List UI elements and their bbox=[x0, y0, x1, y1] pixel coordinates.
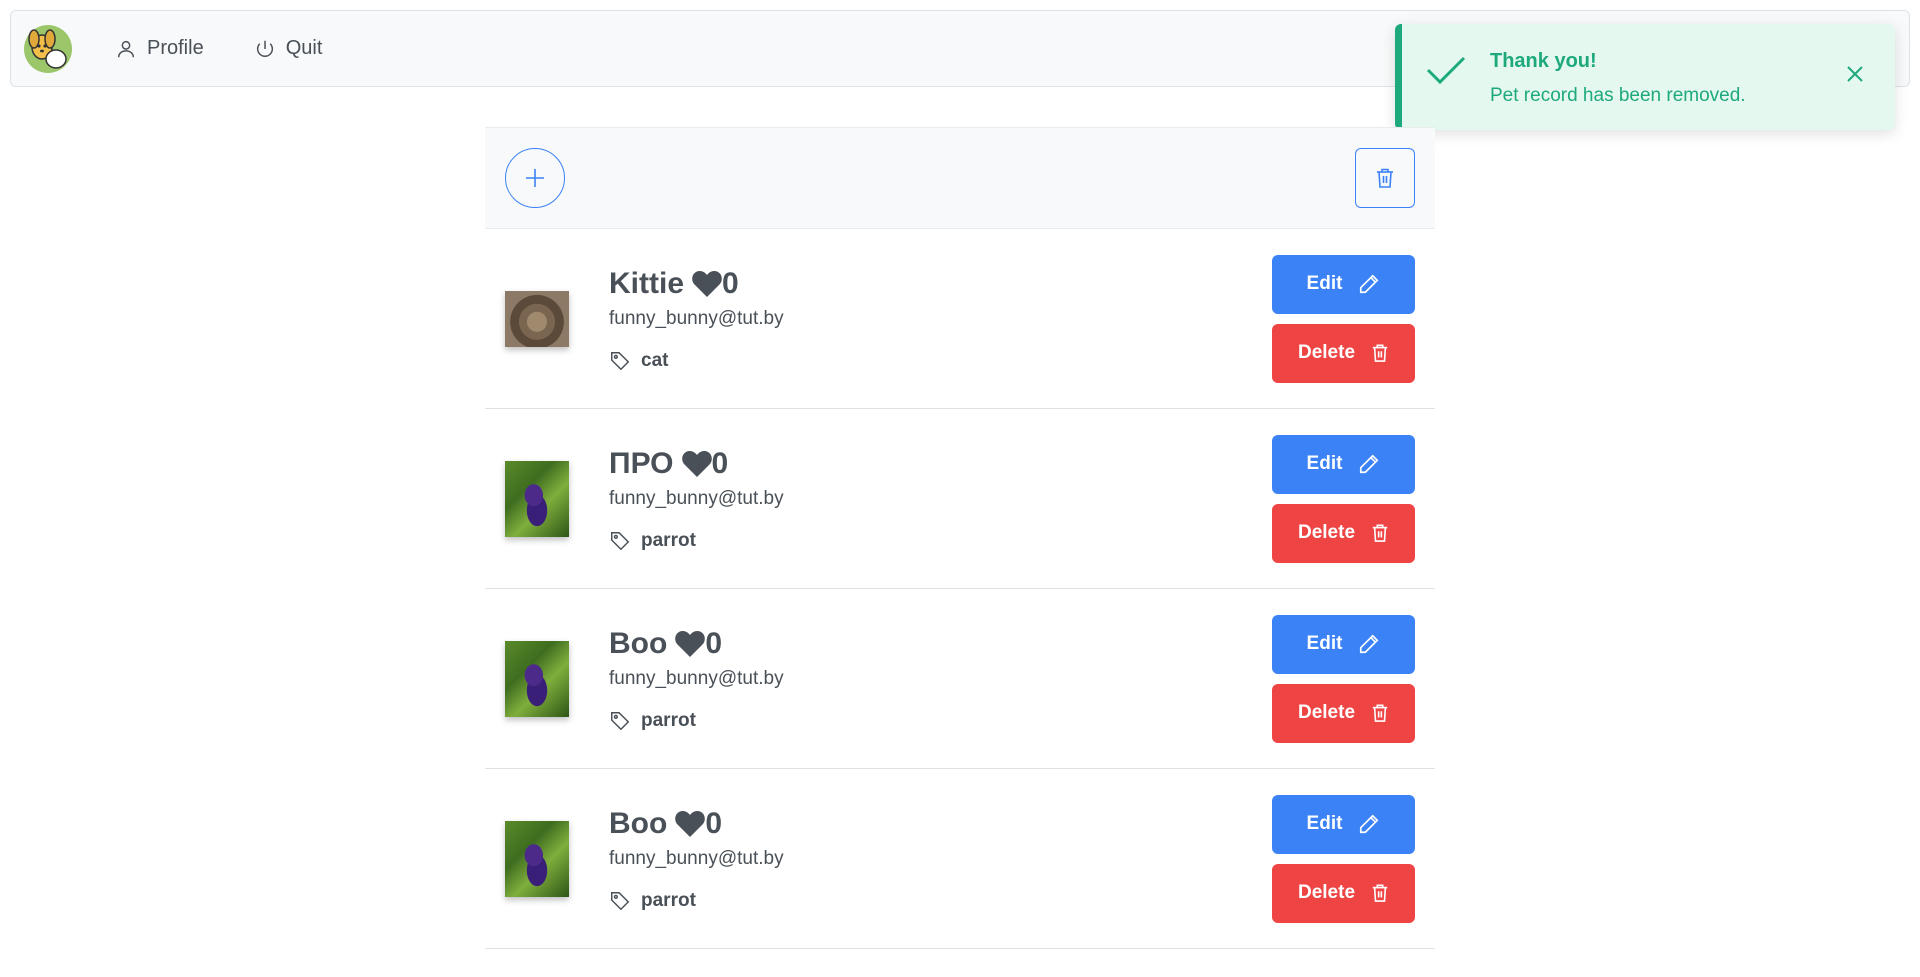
edit-button[interactable]: Edit bbox=[1272, 434, 1415, 494]
heart-icon[interactable] bbox=[681, 450, 712, 478]
plus-icon bbox=[526, 169, 544, 187]
trash-icon bbox=[1377, 168, 1393, 188]
delete-button[interactable]: Delete bbox=[1272, 503, 1415, 563]
pet-info: Boo 0 funny_bunny@tut.by parrot bbox=[609, 626, 1272, 732]
pet-owner-email: funny_bunny@tut.by bbox=[609, 307, 784, 329]
pet-image bbox=[505, 460, 569, 537]
pet-info: Kittie 0 funny_bunny@tut.by cat bbox=[609, 266, 1272, 372]
pet-tag: parrot bbox=[609, 710, 1272, 732]
delete-button[interactable]: Delete bbox=[1272, 863, 1415, 923]
delete-button-label: Delete bbox=[1297, 522, 1356, 543]
likes-count: 0 bbox=[722, 266, 739, 300]
pet-name-line: Kittie 0 bbox=[609, 266, 1272, 302]
pet-name: Boo bbox=[609, 626, 668, 660]
pet-tag-label: cat bbox=[641, 349, 669, 371]
pet-tag: parrot bbox=[609, 530, 1272, 552]
success-toast: Thank you! Pet record has been removed. bbox=[1395, 24, 1895, 130]
close-icon[interactable] bbox=[1835, 54, 1875, 94]
pet-row: Boo 0 funny_bunny@tut.by parrot Edit Del… bbox=[485, 769, 1435, 949]
tag-icon bbox=[611, 531, 630, 550]
edit-button-label: Edit bbox=[1306, 453, 1343, 474]
pet-tag-label: parrot bbox=[641, 889, 696, 911]
pet-name-line: Boo 0 bbox=[609, 626, 1272, 662]
edit-button[interactable]: Edit bbox=[1272, 794, 1415, 854]
pet-info: ПРО 0 funny_bunny@tut.by parrot bbox=[609, 446, 1272, 552]
nav-profile[interactable]: Profile bbox=[101, 29, 218, 69]
likes-count: 0 bbox=[705, 806, 723, 840]
pet-name: Kittie bbox=[609, 266, 684, 300]
pet-row: ПРО 0 funny_bunny@tut.by parrot Edit Del… bbox=[485, 409, 1435, 589]
pet-actions: Edit Delete bbox=[1272, 614, 1415, 743]
toast-summary: Thank you! bbox=[1490, 50, 1597, 72]
edit-button-label: Edit bbox=[1306, 633, 1343, 654]
pets-dataview: Kittie 0 funny_bunny@tut.by cat Edit Del… bbox=[485, 127, 1435, 949]
pet-name: ПРО bbox=[609, 446, 674, 480]
pet-tag-label: parrot bbox=[641, 529, 696, 551]
pet-tag: cat bbox=[609, 350, 1272, 372]
likes-count: 0 bbox=[711, 446, 729, 480]
trash-icon bbox=[1372, 524, 1388, 542]
pet-row: Boo 0 funny_bunny@tut.by parrot Edit Del… bbox=[485, 589, 1435, 769]
pet-name-line: Boo 0 bbox=[609, 806, 1272, 842]
pet-actions: Edit Delete bbox=[1272, 434, 1415, 563]
pet-owner-email: funny_bunny@tut.by bbox=[609, 847, 784, 869]
add-pet-button[interactable] bbox=[505, 148, 565, 208]
tag-icon bbox=[611, 351, 630, 370]
pet-actions: Edit Delete bbox=[1272, 254, 1415, 383]
edit-button[interactable]: Edit bbox=[1272, 614, 1415, 674]
pencil-icon bbox=[1360, 814, 1379, 834]
pets-logo-icon[interactable] bbox=[21, 22, 75, 76]
pet-actions: Edit Delete bbox=[1272, 794, 1415, 923]
tag-icon bbox=[611, 891, 630, 910]
delete-selected-button[interactable] bbox=[1355, 148, 1415, 208]
user-icon bbox=[117, 40, 135, 57]
pet-owner-email: funny_bunny@tut.by bbox=[609, 667, 784, 689]
tag-icon bbox=[611, 711, 630, 730]
pet-tag-label: parrot bbox=[641, 709, 696, 731]
pencil-icon bbox=[1360, 454, 1379, 474]
edit-button-label: Edit bbox=[1306, 813, 1343, 834]
pet-image bbox=[505, 290, 569, 347]
toast-detail: Pet record has been removed. bbox=[1490, 85, 1746, 106]
pencil-icon bbox=[1360, 634, 1379, 654]
pet-name: Boo bbox=[609, 806, 668, 840]
check-icon bbox=[1426, 56, 1466, 85]
edit-button-label: Edit bbox=[1306, 273, 1343, 294]
nav-quit[interactable]: Quit bbox=[240, 29, 337, 69]
delete-button-label: Delete bbox=[1297, 342, 1356, 363]
delete-button-label: Delete bbox=[1297, 702, 1356, 723]
delete-button[interactable]: Delete bbox=[1272, 323, 1415, 383]
heart-icon[interactable] bbox=[675, 630, 706, 658]
trash-icon bbox=[1372, 704, 1388, 722]
nav-profile-label: Profile bbox=[147, 37, 204, 59]
pet-owner-email: funny_bunny@tut.by bbox=[609, 487, 784, 509]
nav-quit-label: Quit bbox=[285, 37, 323, 59]
dataview-header bbox=[485, 127, 1435, 229]
pet-info: Boo 0 funny_bunny@tut.by parrot bbox=[609, 806, 1272, 912]
heart-icon[interactable] bbox=[692, 270, 722, 298]
pencil-icon bbox=[1360, 274, 1379, 294]
pet-list: Kittie 0 funny_bunny@tut.by cat Edit Del… bbox=[485, 229, 1435, 949]
trash-icon bbox=[1372, 884, 1388, 902]
edit-button[interactable]: Edit bbox=[1272, 254, 1415, 314]
delete-button[interactable]: Delete bbox=[1272, 683, 1415, 743]
likes-count: 0 bbox=[705, 626, 723, 660]
pet-tag: parrot bbox=[609, 890, 1272, 912]
heart-icon[interactable] bbox=[675, 810, 706, 838]
pet-image bbox=[505, 640, 569, 717]
pet-name-line: ПРО 0 bbox=[609, 446, 1272, 482]
delete-button-label: Delete bbox=[1297, 882, 1356, 903]
pet-row: Kittie 0 funny_bunny@tut.by cat Edit Del… bbox=[485, 229, 1435, 409]
trash-icon bbox=[1372, 344, 1388, 362]
power-icon bbox=[256, 40, 273, 57]
pet-image bbox=[505, 820, 569, 897]
